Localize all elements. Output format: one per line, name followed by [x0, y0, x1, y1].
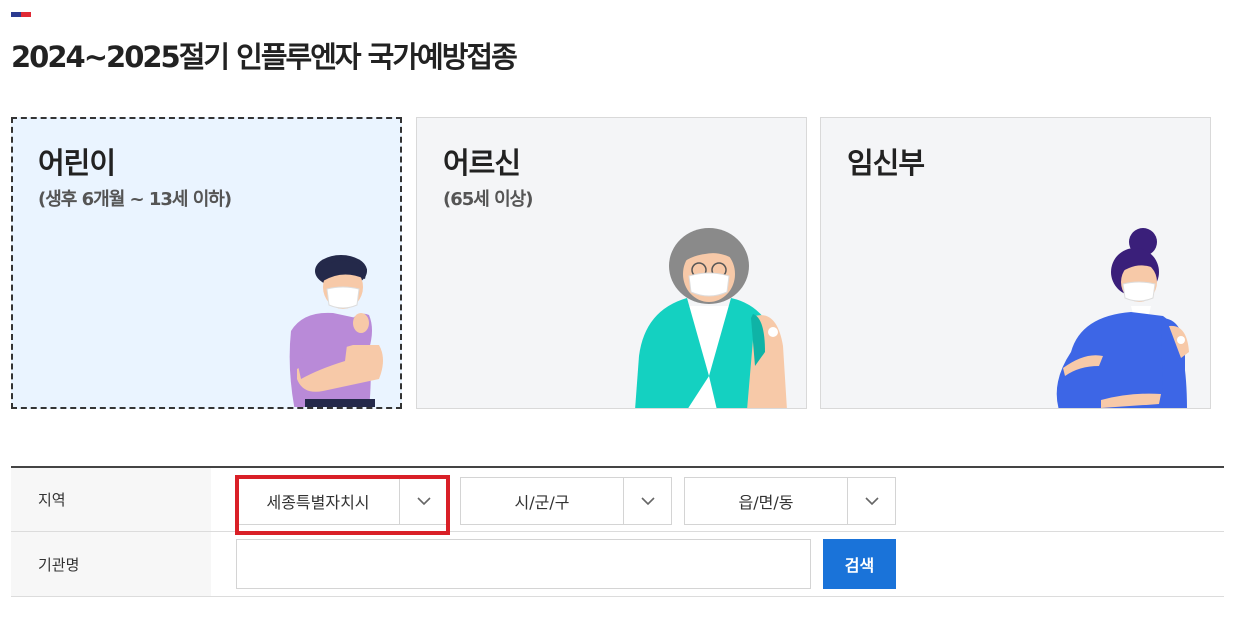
card-subtitle: (생후 6개월 ~ 13세 이하): [38, 189, 232, 210]
pregnant-vaccination-illustration-icon: [1056, 228, 1189, 408]
chevron-down-icon: [399, 478, 447, 524]
card-title: 어린이: [38, 146, 116, 180]
search-button[interactable]: 검색: [823, 539, 896, 589]
institution-name-input[interactable]: [236, 539, 811, 589]
child-vaccination-illustration-icon: [289, 255, 383, 407]
region-label: 지역: [11, 468, 211, 531]
city-select-value: 시/군/구: [514, 493, 570, 512]
title-mark-icon: [11, 12, 31, 17]
institution-row: 기관명 검색: [11, 532, 1224, 597]
card-elderly[interactable]: 어르신 (65세 이상): [416, 117, 807, 409]
page-title: 2024~2025절기 인플루엔자 국가예방접종: [11, 40, 518, 74]
institution-label: 기관명: [11, 532, 211, 596]
card-subtitle: (65세 이상): [443, 189, 533, 210]
province-select-value: 세종특별자치시: [266, 493, 370, 512]
town-select[interactable]: 읍/면/동: [684, 477, 896, 525]
province-select[interactable]: 세종특별자치시: [236, 477, 448, 525]
chevron-down-icon: [847, 478, 895, 524]
city-select[interactable]: 시/군/구: [460, 477, 672, 525]
card-title: 임신부: [847, 146, 925, 180]
elderly-vaccination-illustration-icon: [635, 228, 787, 408]
card-pregnant[interactable]: 임신부: [820, 117, 1211, 409]
search-form: 지역 세종특별자치시 시/군/구 읍/면/동 기관명 검색: [11, 466, 1224, 597]
card-child[interactable]: 어린이 (생후 6개월 ~ 13세 이하): [11, 117, 402, 409]
card-title: 어르신: [443, 146, 521, 180]
town-select-value: 읍/면/동: [738, 493, 794, 512]
region-row: 지역 세종특별자치시 시/군/구 읍/면/동: [11, 468, 1224, 535]
chevron-down-icon: [623, 478, 671, 524]
